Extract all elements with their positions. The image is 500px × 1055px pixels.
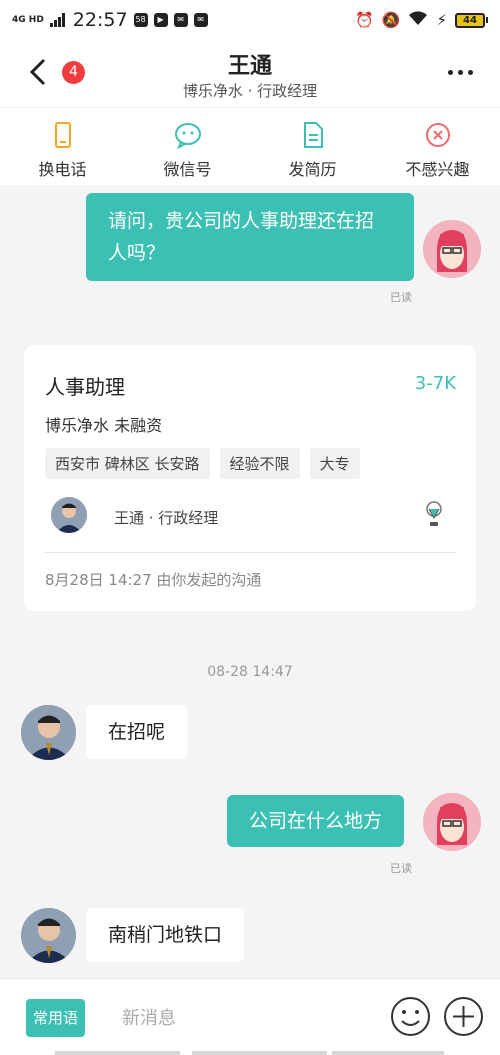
message-notification-icon: ✉ bbox=[173, 13, 188, 27]
message-bubble-sent[interactable]: 公司在什么地方 bbox=[227, 795, 405, 847]
wechat-icon bbox=[174, 123, 201, 150]
not-interested-button[interactable]: 不感兴趣 bbox=[375, 108, 500, 185]
common-phrases-button[interactable]: 常用语 bbox=[26, 999, 86, 1037]
alarm-icon: ⏰ bbox=[355, 11, 374, 29]
female-avatar-icon bbox=[423, 793, 481, 851]
send-resume-label: 发简历 bbox=[288, 160, 337, 179]
nav-indicator bbox=[332, 1051, 444, 1055]
message-bubble-received[interactable]: 南稍门地铁口 bbox=[86, 908, 245, 962]
nav-indicator bbox=[192, 1051, 327, 1055]
wifi-icon bbox=[408, 10, 428, 30]
female-avatar-icon bbox=[423, 220, 481, 278]
emoji-icon bbox=[391, 997, 430, 1036]
not-interested-icon bbox=[425, 123, 450, 147]
status-bar: 4G HD 22:57 58 ▶ ✉ ✉ ⏰ 🔕 ⚡ 44 bbox=[0, 0, 500, 40]
send-resume-button[interactable]: 发简历 bbox=[250, 108, 375, 185]
avatar-contact[interactable] bbox=[21, 705, 76, 760]
action-toolbar: 换电话 微信号 发简历 不感兴趣 bbox=[0, 107, 500, 185]
job-title: 人事助理 bbox=[45, 375, 125, 399]
emoji-button[interactable] bbox=[390, 996, 431, 1037]
plus-icon bbox=[444, 997, 483, 1036]
message-bubble-received[interactable]: 在招呢 bbox=[86, 705, 188, 759]
status-time: 22:57 bbox=[72, 9, 128, 31]
mail-notification-icon: ✉ bbox=[193, 13, 208, 27]
change-phone-label: 换电话 bbox=[38, 160, 87, 179]
chat-header: 4 王通 博乐净水 · 行政经理 bbox=[0, 40, 500, 107]
job-tags: 西安市 碑林区 长安路 经验不限 大专 bbox=[45, 448, 360, 479]
phone-icon bbox=[54, 122, 71, 148]
network-indicator: 4G HD bbox=[12, 14, 44, 25]
signal-icon bbox=[49, 13, 65, 27]
video-notification-icon: ▶ bbox=[153, 13, 168, 27]
nav-indicator bbox=[55, 1051, 180, 1055]
app-notification-icon: 58 bbox=[133, 13, 148, 27]
more-actions-button[interactable] bbox=[443, 996, 484, 1037]
job-tag: 西安市 碑林区 长安路 bbox=[45, 448, 210, 479]
recruiter-avatar bbox=[51, 497, 87, 533]
male-avatar-icon bbox=[21, 705, 76, 760]
battery-icon: 44 bbox=[455, 12, 488, 28]
message-input[interactable] bbox=[110, 999, 370, 1037]
gem-icon bbox=[424, 500, 444, 528]
read-receipt: 已读 bbox=[390, 862, 412, 875]
job-tag: 大专 bbox=[309, 448, 360, 479]
more-options-button[interactable] bbox=[448, 62, 478, 82]
contact-subtitle: 博乐净水 · 行政经理 bbox=[182, 82, 318, 100]
avatar-self[interactable] bbox=[423, 220, 481, 278]
job-card[interactable]: 人事助理 3-7K 博乐净水 未融资 西安市 碑林区 长安路 经验不限 大专 王… bbox=[24, 345, 476, 611]
job-company: 博乐净水 未融资 bbox=[45, 416, 163, 435]
recruiter-info: 王通 · 行政经理 bbox=[114, 509, 219, 527]
read-receipt: 已读 bbox=[390, 291, 412, 304]
input-bar: 常用语 bbox=[0, 978, 500, 1055]
avatar-self[interactable] bbox=[423, 793, 481, 851]
divider bbox=[44, 552, 456, 553]
message-timestamp: 08-28 14:47 bbox=[207, 664, 293, 680]
wechat-button[interactable]: 微信号 bbox=[125, 108, 250, 185]
job-salary: 3-7K bbox=[414, 373, 456, 394]
change-phone-button[interactable]: 换电话 bbox=[0, 108, 125, 185]
male-avatar-icon bbox=[21, 908, 76, 963]
male-avatar-icon bbox=[51, 497, 87, 533]
not-interested-label: 不感兴趣 bbox=[405, 160, 470, 179]
job-tag: 经验不限 bbox=[219, 448, 300, 479]
resume-icon bbox=[303, 122, 323, 148]
conversation-origin: 8月28日 14:27 由你发起的沟通 bbox=[45, 571, 262, 589]
charging-icon: ⚡ bbox=[436, 11, 447, 29]
wechat-label: 微信号 bbox=[163, 160, 212, 179]
avatar-contact[interactable] bbox=[21, 908, 76, 963]
mute-icon: 🔕 bbox=[381, 11, 401, 29]
contact-name: 王通 bbox=[227, 54, 272, 79]
message-bubble-sent[interactable]: 请问，贵公司的人事助理还在招人吗？ bbox=[86, 193, 414, 281]
